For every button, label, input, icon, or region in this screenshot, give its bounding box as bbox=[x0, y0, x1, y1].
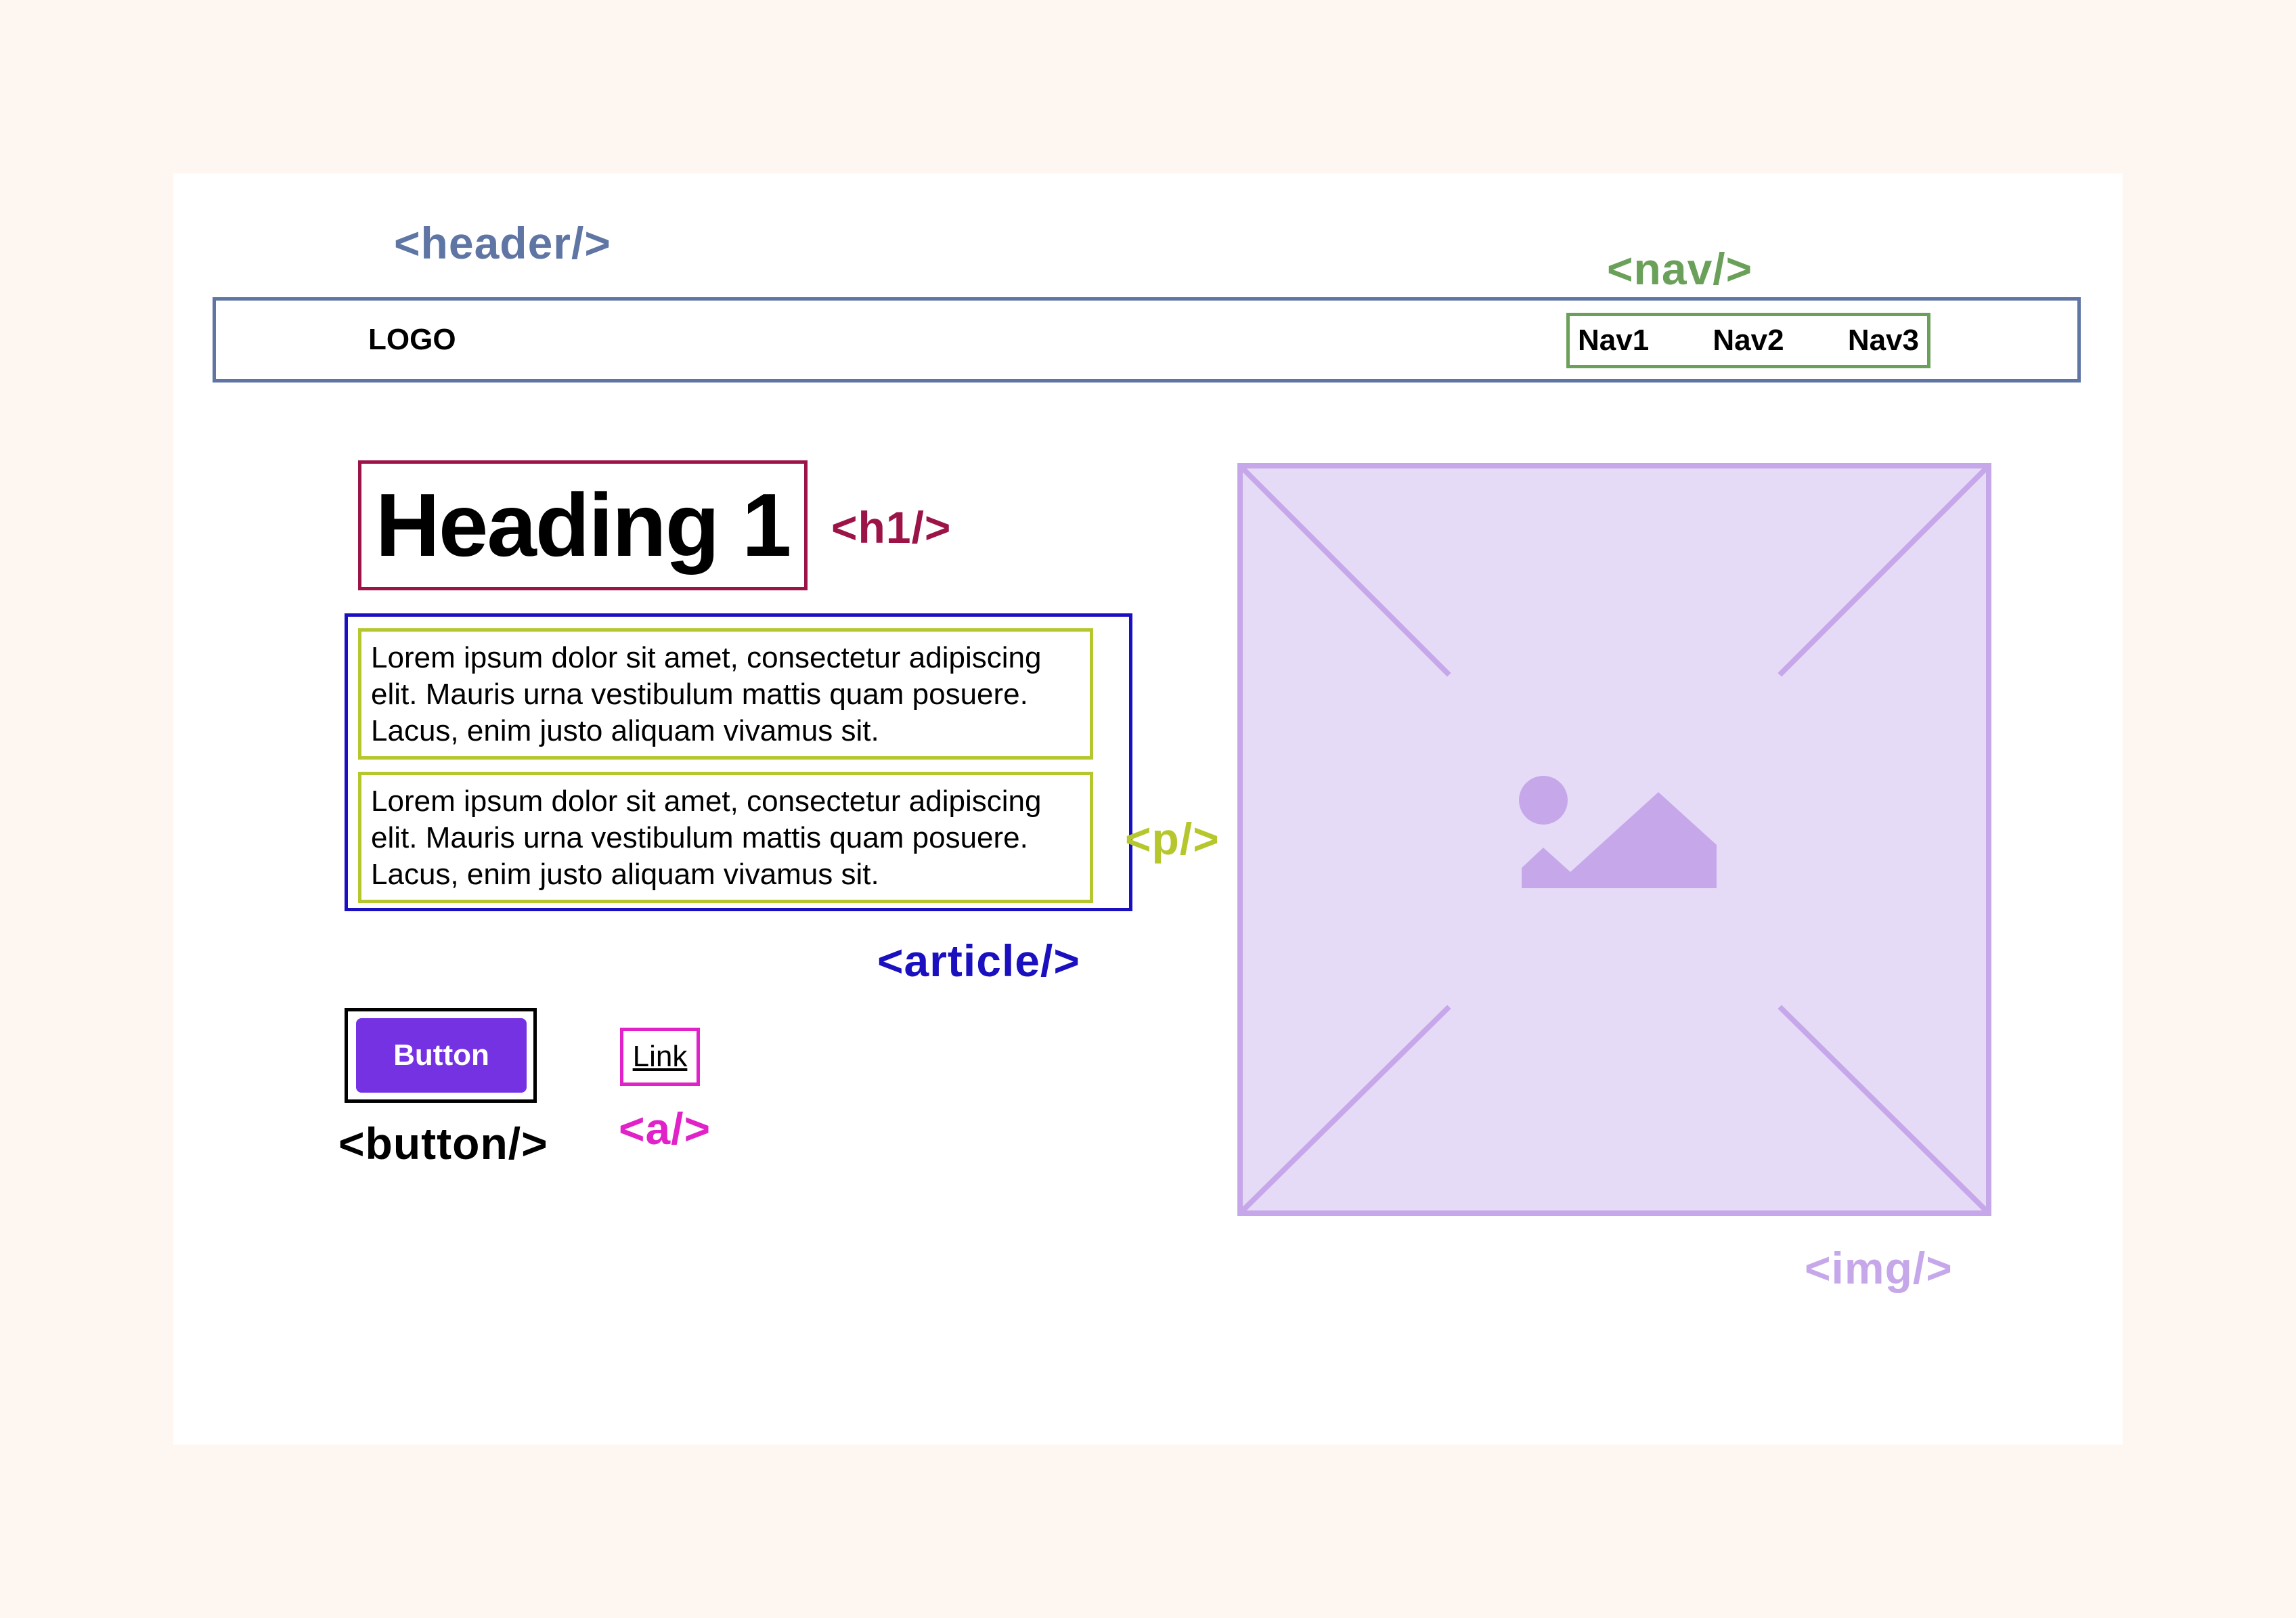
p-tag-label: <p/> bbox=[1125, 814, 1220, 864]
corner-line-top-right bbox=[1778, 468, 1986, 677]
text-link[interactable]: Link bbox=[633, 1042, 688, 1072]
nav-item-1[interactable]: Nav1 bbox=[1578, 326, 1649, 355]
logo[interactable]: LOGO bbox=[368, 325, 456, 355]
img-tag-label: <img/> bbox=[1805, 1243, 1953, 1293]
nav-item-3[interactable]: Nav3 bbox=[1848, 326, 1919, 355]
corner-line-bottom-right bbox=[1778, 1005, 1986, 1210]
image-icon bbox=[1519, 776, 1717, 888]
paragraph-2: Lorem ipsum dolor sit amet, consectetur … bbox=[358, 772, 1093, 903]
corner-line-bottom-left bbox=[1243, 1005, 1451, 1210]
button-tag-label: <button/> bbox=[338, 1118, 548, 1168]
nav-outline: Nav1 Nav2 Nav3 bbox=[1566, 313, 1930, 368]
h1-outline: Heading 1 bbox=[358, 460, 808, 590]
article-tag-label: <article/> bbox=[877, 936, 1080, 986]
primary-button[interactable]: Button bbox=[356, 1018, 527, 1093]
nav-tag-label: <nav/> bbox=[1607, 244, 1753, 294]
paragraph-1: Lorem ipsum dolor sit amet, consectetur … bbox=[358, 628, 1093, 760]
h1-tag-label: <h1/> bbox=[831, 502, 952, 552]
page-heading: Heading 1 bbox=[375, 475, 792, 575]
sun-shape bbox=[1519, 776, 1568, 825]
corner-line-top-left bbox=[1243, 468, 1451, 677]
image-placeholder-icon bbox=[1243, 468, 1986, 1210]
page-canvas: <header/> <nav/> LOGO Nav1 Nav2 Nav3 Hea… bbox=[173, 173, 2123, 1445]
image-placeholder bbox=[1237, 463, 1991, 1216]
header-tag-label: <header/> bbox=[394, 218, 611, 268]
a-tag-label: <a/> bbox=[619, 1103, 711, 1154]
nav-item-2[interactable]: Nav2 bbox=[1713, 326, 1784, 355]
link-outline: Link bbox=[620, 1028, 700, 1086]
